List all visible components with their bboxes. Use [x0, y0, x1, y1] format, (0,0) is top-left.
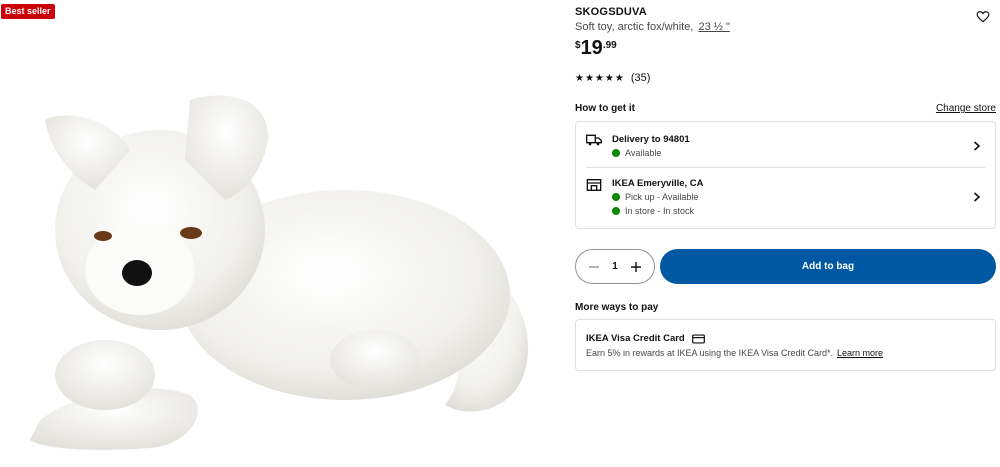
delivery-title: Delivery to 94801: [612, 134, 690, 145]
credit-card-description: Earn 5% in rewards at IKEA using the IKE…: [586, 348, 883, 358]
quantity-stepper: 1: [575, 249, 655, 284]
chevron-right-icon: [973, 141, 981, 151]
payment-card: IKEA Visa Credit Card Earn 5% in rewards…: [575, 319, 996, 371]
product-description: Soft toy, arctic fox/white,: [575, 21, 694, 33]
star-icon: ★★★★★: [575, 72, 625, 84]
status-available-dot: [612, 149, 620, 157]
availability-card: Delivery to 94801 Available IKEA Emeryvi…: [575, 121, 996, 229]
product-info-pane: SKOGSDUVA Soft toy, arctic fox/white, 23…: [575, 0, 996, 467]
pickup-status-text: Pick up - Available: [625, 192, 699, 202]
instore-status: In store - In stock: [612, 206, 694, 216]
plus-icon[interactable]: [628, 259, 644, 275]
add-to-bag-button[interactable]: Add to bag: [660, 249, 996, 284]
chevron-right-icon: [973, 192, 981, 202]
price-currency: $: [575, 40, 581, 51]
credit-card-desc-text: Earn 5% in rewards at IKEA using the IKE…: [586, 348, 833, 358]
minus-icon[interactable]: [586, 259, 602, 275]
best-seller-badge: Best seller: [1, 4, 55, 19]
quantity-value[interactable]: 1: [612, 261, 618, 272]
product-image-pane: Best seller: [0, 0, 560, 467]
status-available-dot: [612, 207, 620, 215]
price-decimal: .99: [602, 40, 617, 51]
instore-status-text: In store - In stock: [625, 206, 695, 216]
product-size-link[interactable]: 23 ½ ": [698, 21, 729, 33]
product-name: SKOGSDUVA: [575, 6, 647, 18]
learn-more-link[interactable]: Learn more: [837, 348, 883, 358]
delivery-status: Available: [612, 148, 661, 158]
status-available-dot: [612, 193, 620, 201]
pickup-status: Pick up - Available: [612, 192, 698, 202]
store-row[interactable]: IKEA Emeryville, CA Pick up - Available …: [576, 168, 995, 229]
credit-card-title-text: IKEA Visa Credit Card: [586, 333, 685, 344]
heart-icon[interactable]: [976, 10, 990, 24]
delivery-status-text: Available: [625, 148, 662, 158]
truck-icon: [586, 134, 602, 146]
review-count: (35): [630, 72, 651, 84]
delivery-row[interactable]: Delivery to 94801 Available: [576, 122, 995, 167]
store-icon: [586, 179, 602, 191]
change-store-link[interactable]: Change store: [936, 103, 996, 114]
credit-card-icon: [691, 333, 705, 344]
how-to-get-it-heading: How to get it: [575, 103, 635, 114]
price-integer: 19: [580, 37, 603, 59]
product-price: $19.99: [575, 38, 617, 58]
product-rating[interactable]: ★★★★★ (35): [575, 72, 650, 84]
product-subtitle: Soft toy, arctic fox/white, 23 ½ ": [575, 21, 730, 33]
store-title: IKEA Emeryville, CA: [612, 178, 704, 189]
more-ways-to-pay-heading: More ways to pay: [575, 302, 659, 313]
credit-card-title: IKEA Visa Credit Card: [586, 333, 705, 344]
product-image[interactable]: [0, 0, 560, 467]
